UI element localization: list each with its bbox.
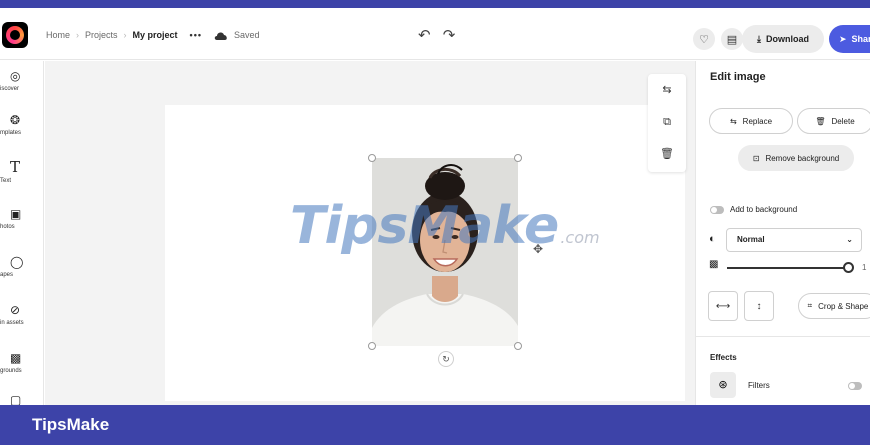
opacity-value: 1 [862,263,867,272]
templates-icon: ❂ [10,113,21,127]
replace-button[interactable]: ⇆ Replace [709,108,793,134]
photos-icon: ▣ [10,207,22,221]
trash-icon: 🗑︎ [815,116,826,126]
send-icon: ➤ [839,33,847,44]
filters-icon[interactable]: ⊛ [710,372,736,398]
replace-icon: ⇆ [729,116,737,126]
remove-background-button[interactable]: ⊡ Remove background [738,145,854,171]
crop-icon: ⌗ [807,301,813,310]
filters-label[interactable]: Filters [748,381,770,390]
pages-icon[interactable]: ▤ [721,28,743,50]
project-name[interactable]: My project [133,30,178,40]
assets-icon: ⊘ [10,303,21,317]
breadcrumb-separator-icon: › [76,30,80,40]
backgrounds-icon: ▩ [10,351,22,365]
breadcrumb: Home › Projects › My project ••• Saved [46,30,260,40]
watermark: TipsMake .com [290,196,600,256]
add-to-background-label: Add to background [730,205,798,214]
edit-image-panel: Edit image ⇆ Replace 🗑︎ Delete ⊡ Remove … [695,61,870,405]
breadcrumb-projects[interactable]: Projects [85,30,118,40]
trash-icon[interactable]: 🗑︎ [659,146,675,162]
opacity-slider-handle[interactable] [843,262,854,273]
delete-button[interactable]: 🗑︎ Delete [797,108,870,134]
panel-title: Edit image [710,71,766,83]
app-logo-icon[interactable] [2,22,28,48]
save-status: Saved [234,30,260,40]
discover-icon: ◎ [10,69,21,83]
flip-vertical-icon[interactable]: ↕ [744,291,774,321]
resize-handle-bottom-right[interactable] [514,342,522,350]
download-button[interactable]: ⤓ Download [742,25,824,53]
rotate-icon[interactable]: ↻ [438,351,454,367]
opacity-slider-track[interactable] [727,267,845,269]
crop-shape-button[interactable]: ⌗ Crop & Shape [798,293,870,319]
shapes-icon: ◯ [10,255,24,269]
remove-background-icon: ⊡ [752,153,760,163]
app-window: Home › Projects › My project ••• Saved ↶… [0,0,870,445]
blend-mode-icon: ◐ [709,233,716,245]
swap-icon[interactable]: ⇆ [659,82,675,98]
download-icon: ⤓ [757,33,761,44]
effects-title: Effects [710,353,737,362]
footer-brand: TipsMake [32,415,110,434]
opacity-icon: ▩ [709,259,719,270]
top-bar: Home › Projects › My project ••• Saved ↶… [0,8,870,60]
cloud-icon [214,31,227,40]
more-options-icon[interactable]: ••• [190,30,202,40]
breadcrumb-home[interactable]: Home [46,30,70,40]
undo-redo-icons[interactable]: ↶ ↷ [418,26,459,44]
add-to-background-toggle[interactable] [710,206,724,214]
resize-handle-bottom-left[interactable] [368,342,376,350]
lightbulb-icon[interactable]: ♡ [693,28,715,50]
resize-handle-top-right[interactable] [514,154,522,162]
chevron-down-icon: ⌄ [846,235,853,244]
top-banner-strip [0,0,870,8]
duplicate-icon[interactable]: ⧉ [659,114,675,130]
resize-handle-top-left[interactable] [368,154,376,162]
footer-banner: TipsMake [0,405,870,445]
flip-horizontal-icon[interactable]: ⟷ [708,291,738,321]
filters-toggle[interactable] [848,382,862,390]
panel-divider [696,336,870,337]
left-sidebar: ◎ iscover ❂ mplates T Text ▣ hotos ◯ ape… [0,61,44,407]
breadcrumb-separator-icon: › [123,30,127,40]
text-icon: T [10,158,21,176]
share-button[interactable]: ➤ Share [829,25,870,53]
blend-mode-select[interactable]: Normal ⌄ [726,228,862,252]
floating-toolbar: ⇆ ⧉ 🗑︎ [648,74,686,172]
